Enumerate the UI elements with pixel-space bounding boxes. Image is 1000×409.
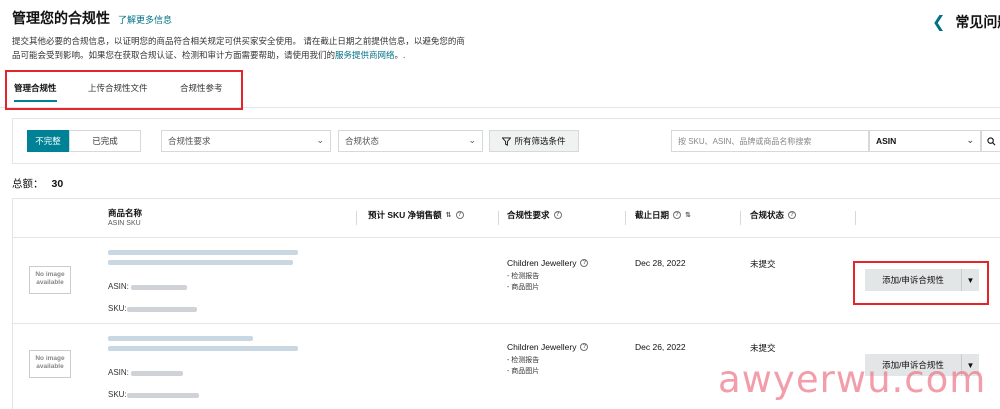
filter-complete-button[interactable]: 已完成 — [69, 130, 141, 152]
sku-label: SKU: — [108, 390, 127, 399]
requirement-dropdown[interactable]: 合规性要求 ⌄ — [161, 130, 331, 152]
sort-icon: ⇅ — [445, 212, 452, 219]
product-image-placeholder: No image available — [29, 266, 71, 294]
requirement-item: - 商品图片 — [507, 368, 540, 375]
requirement-name: Children Jewellery ? — [507, 258, 589, 268]
search-type-dropdown[interactable]: ASIN ⌄ — [869, 130, 981, 152]
search-input[interactable]: 按 SKU、ASIN、品牌或商品名称搜索 — [671, 130, 869, 152]
watermark: awyerwu.com — [718, 358, 987, 401]
highlight-box-action — [853, 261, 989, 305]
total-count: 总额： 30 — [12, 178, 64, 190]
requirement-item: - 检测报告 — [507, 273, 540, 280]
requirement-name: Children Jewellery ? — [507, 342, 589, 352]
search-icon — [987, 136, 996, 145]
faq-link[interactable]: ❮ 常见问题 — [932, 12, 1000, 32]
chevron-down-icon: ⌄ — [468, 135, 476, 145]
product-title-redacted[interactable] — [108, 336, 253, 341]
page-header: 管理您的合规性 了解更多信息 提交其他必要的合规信息，以证明您的商品符合相关规定… — [12, 8, 572, 62]
product-title-redacted[interactable] — [108, 250, 298, 255]
column-header-deadline[interactable]: 截止日期 ? ⇅ — [635, 209, 691, 221]
product-image-placeholder: No image available — [29, 350, 71, 378]
chevron-left-icon: ❮ — [932, 14, 946, 31]
status-dropdown[interactable]: 合规状态 ⌄ — [338, 130, 483, 152]
learn-more-link[interactable]: 了解更多信息 — [118, 13, 172, 26]
column-header-requirement: 合规性要求 ? — [507, 209, 562, 221]
column-header-product: 商品名称 ASIN SKU — [108, 208, 143, 227]
page-title: 管理您的合规性 — [12, 10, 110, 26]
column-header-sales[interactable]: 预计 SKU 净销售额 ⇅ ? — [368, 209, 464, 221]
column-header-status: 合规状态 ? — [750, 209, 797, 221]
help-icon[interactable]: ? — [580, 259, 589, 267]
asin-value-redacted — [131, 371, 183, 376]
requirement-item: - 检测报告 — [507, 357, 540, 364]
asin-label: ASIN: — [108, 282, 129, 291]
deadline-date: Dec 28, 2022 — [635, 258, 686, 268]
requirement-item: - 商品图片 — [507, 284, 540, 291]
help-icon[interactable]: ? — [553, 211, 562, 219]
table-row: No image available ASIN: SKU: Children J… — [13, 237, 1000, 323]
help-icon[interactable]: ? — [788, 211, 797, 219]
filter-icon — [502, 136, 512, 146]
chevron-down-icon: ⌄ — [966, 135, 974, 145]
all-filters-button[interactable]: 所有筛选条件 — [489, 130, 579, 152]
page-description: 提交其他必要的合规信息，以证明您的商品符合相关规定可供买家安全使用。 请在截止日… — [12, 36, 465, 60]
sku-value-redacted — [127, 307, 197, 312]
product-title-redacted[interactable] — [108, 346, 298, 351]
asin-label: ASIN: — [108, 368, 129, 377]
help-icon[interactable]: ? — [580, 343, 589, 351]
sort-icon: ⇅ — [685, 212, 691, 219]
chevron-down-icon: ⌄ — [316, 135, 324, 145]
deadline-date: Dec 26, 2022 — [635, 342, 686, 352]
search-button[interactable] — [981, 130, 1000, 152]
asin-value-redacted — [131, 285, 187, 290]
compliance-status: 未提交 — [750, 343, 776, 353]
sku-value-redacted — [127, 393, 199, 398]
highlight-box-tabs — [5, 70, 243, 110]
product-title-redacted[interactable] — [108, 260, 293, 265]
help-icon[interactable]: ? — [455, 211, 464, 219]
sku-label: SKU: — [108, 304, 127, 313]
service-provider-link[interactable]: 服务提供商网络 — [335, 50, 395, 60]
filter-panel: 不完整 已完成 合规性要求 ⌄ 合规状态 ⌄ 所有筛选条件 按 SKU、ASIN… — [12, 118, 1000, 164]
filter-incomplete-button[interactable]: 不完整 — [27, 130, 69, 152]
help-icon[interactable]: ? — [673, 211, 682, 219]
compliance-status: 未提交 — [750, 259, 776, 269]
